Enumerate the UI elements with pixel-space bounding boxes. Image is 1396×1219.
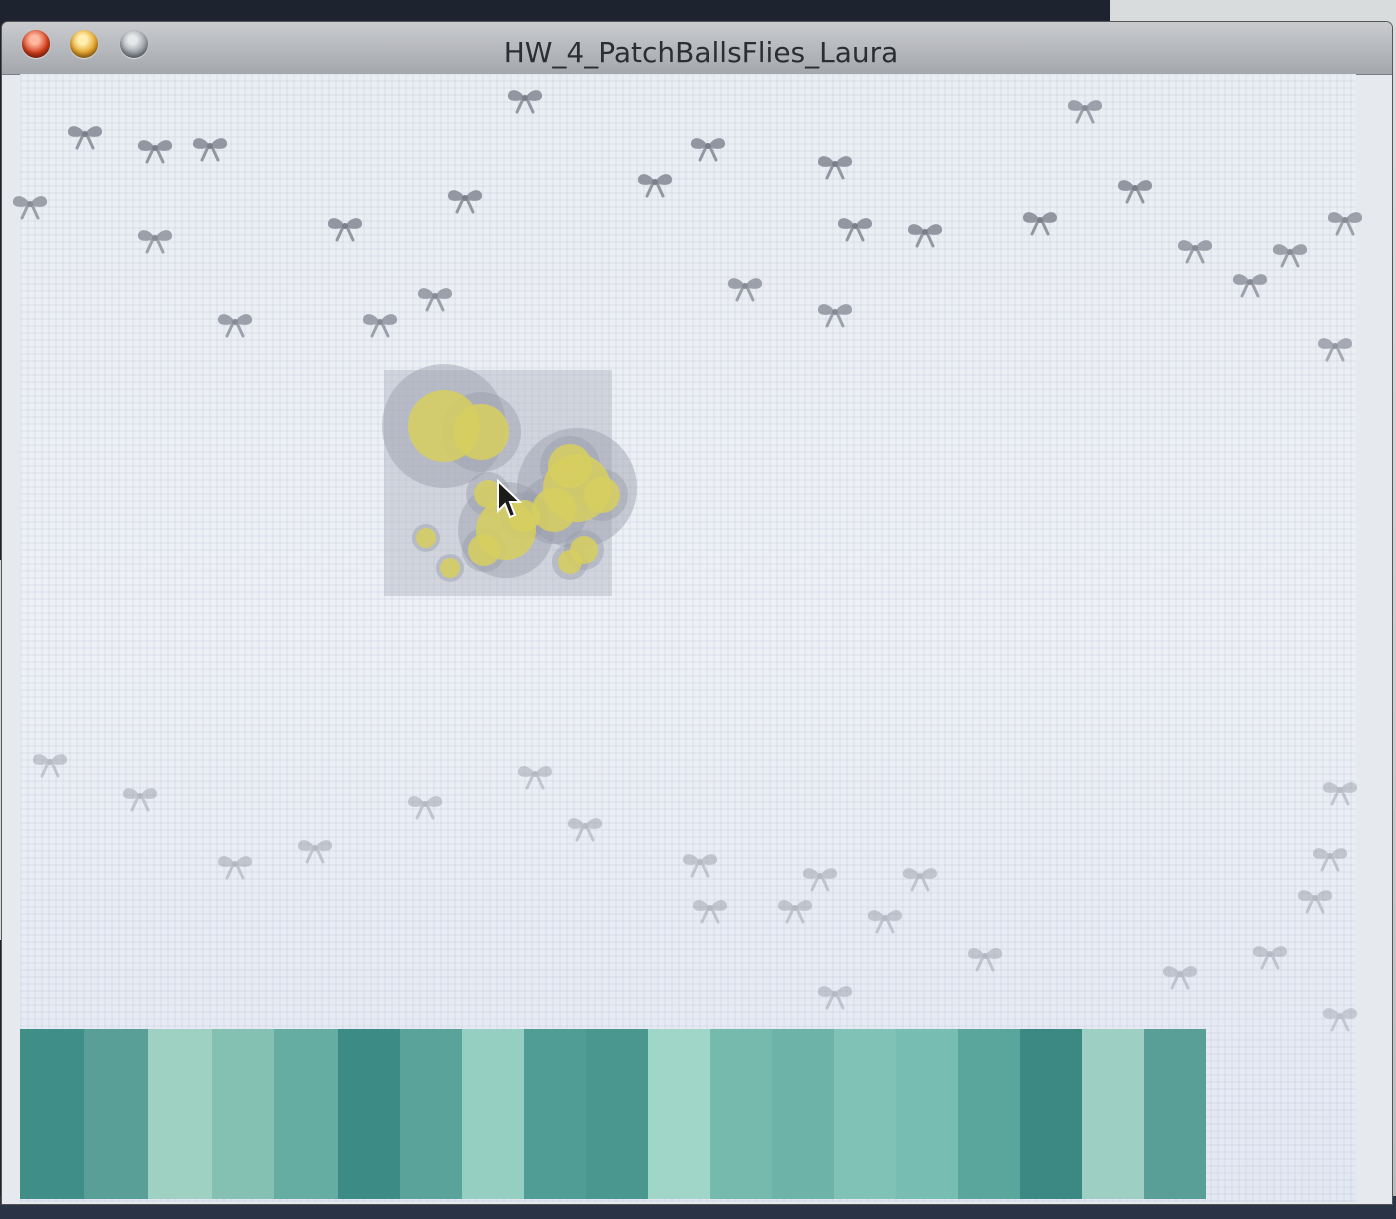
ball	[584, 477, 620, 513]
bow-fly-icon	[1115, 176, 1155, 204]
ball	[440, 558, 460, 578]
sketch-window[interactable]: HW_4_PatchBallsFlies_Laura	[2, 22, 1392, 1204]
bow-fly-icon	[565, 814, 605, 842]
bow-fly-icon	[1325, 208, 1365, 236]
color-stripe	[148, 1029, 212, 1199]
bow-fly-icon	[1250, 942, 1290, 970]
bow-fly-icon	[30, 750, 70, 778]
color-stripe	[1020, 1029, 1082, 1199]
ball	[548, 444, 592, 488]
bow-fly-icon	[905, 220, 945, 248]
color-stripe	[1082, 1029, 1144, 1199]
bow-fly-icon	[10, 192, 50, 220]
color-stripe	[896, 1029, 958, 1199]
bow-fly-icon	[688, 134, 728, 162]
bow-fly-icon	[515, 762, 555, 790]
color-stripes	[20, 1029, 1320, 1199]
bow-fly-icon	[865, 906, 905, 934]
color-stripe	[84, 1029, 148, 1199]
bow-fly-icon	[1270, 240, 1310, 268]
bow-fly-icon	[680, 850, 720, 878]
bow-fly-icon	[190, 134, 230, 162]
bow-fly-icon	[1315, 334, 1355, 362]
bow-fly-icon	[1295, 886, 1335, 914]
bow-fly-icon	[120, 784, 160, 812]
bow-fly-icon	[800, 864, 840, 892]
bow-fly-icon	[135, 136, 175, 164]
bow-fly-icon	[815, 152, 855, 180]
bow-fly-icon	[900, 864, 940, 892]
color-stripe	[400, 1029, 462, 1199]
bow-fly-icon	[1065, 96, 1105, 124]
bow-fly-icon	[690, 896, 730, 924]
color-stripe	[1144, 1029, 1206, 1199]
window-titlebar[interactable]: HW_4_PatchBallsFlies_Laura	[2, 22, 1392, 75]
bow-fly-icon	[815, 982, 855, 1010]
ball	[532, 488, 576, 532]
bow-fly-icon	[295, 836, 335, 864]
bow-fly-icon	[215, 310, 255, 338]
bow-fly-icon	[215, 852, 255, 880]
bow-fly-icon	[505, 86, 545, 114]
color-stripe	[524, 1029, 586, 1199]
bow-fly-icon	[635, 170, 675, 198]
bow-fly-icon	[445, 186, 485, 214]
color-stripe	[338, 1029, 400, 1199]
bow-fly-icon	[835, 214, 875, 242]
bow-fly-icon	[135, 226, 175, 254]
color-stripe	[20, 1029, 84, 1199]
color-stripe	[462, 1029, 524, 1199]
color-stripe	[958, 1029, 1020, 1199]
ball	[558, 550, 582, 574]
bow-fly-icon	[405, 792, 445, 820]
bow-fly-icon	[725, 274, 765, 302]
bow-fly-icon	[65, 122, 105, 150]
bow-fly-icon	[1020, 208, 1060, 236]
color-stripe	[834, 1029, 896, 1199]
arrow-cursor-icon	[497, 479, 523, 519]
color-stripe	[586, 1029, 648, 1199]
ball	[416, 528, 436, 548]
ball	[453, 404, 509, 460]
bow-fly-icon	[415, 284, 455, 312]
bow-fly-icon	[1320, 1004, 1360, 1032]
color-stripe	[710, 1029, 772, 1199]
ball	[468, 534, 500, 566]
sketch-canvas[interactable]	[12, 74, 1363, 1202]
bow-fly-icon	[325, 214, 365, 242]
bow-fly-icon	[1175, 236, 1215, 264]
bow-fly-icon	[1320, 778, 1360, 806]
color-stripe	[648, 1029, 710, 1199]
bow-fly-icon	[1310, 844, 1350, 872]
color-stripe	[274, 1029, 338, 1199]
bow-fly-icon	[965, 944, 1005, 972]
bow-fly-icon	[1230, 270, 1270, 298]
bow-fly-icon	[1160, 962, 1200, 990]
bow-fly-icon	[815, 300, 855, 328]
color-stripe	[772, 1029, 834, 1199]
window-title: HW_4_PatchBallsFlies_Laura	[503, 36, 899, 69]
color-stripe	[212, 1029, 274, 1199]
bow-fly-icon	[360, 310, 400, 338]
bow-fly-icon	[775, 896, 815, 924]
